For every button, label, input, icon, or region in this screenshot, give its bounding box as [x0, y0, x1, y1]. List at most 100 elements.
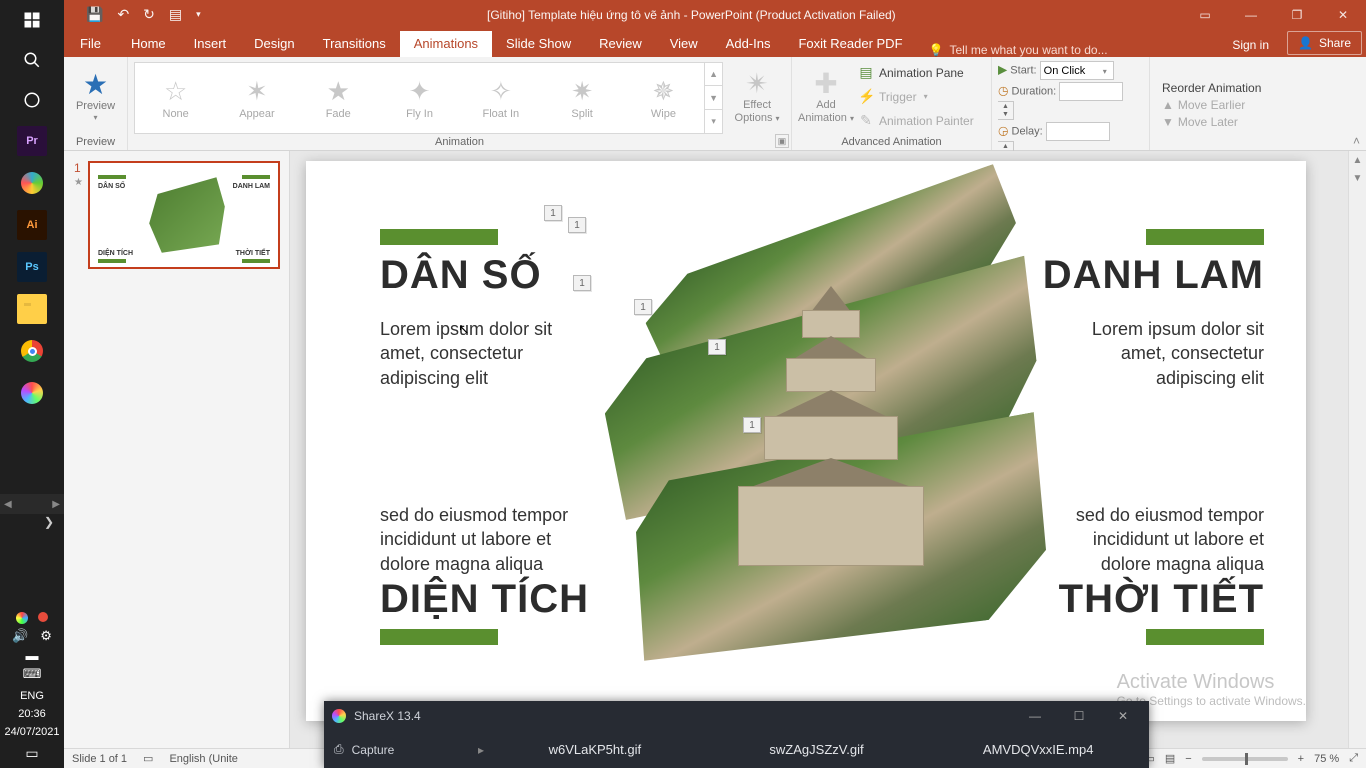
animation-tag[interactable]: 1: [743, 417, 761, 433]
spellcheck-icon[interactable]: ▭: [143, 752, 153, 765]
clock-time[interactable]: 20:36: [18, 708, 46, 720]
animation-gallery[interactable]: ☆None ✶Appear ★Fade ✦Fly In ✧Float In ✷S…: [134, 62, 723, 134]
slide-canvas-area[interactable]: DÂN SỐ Lorem ipsum dolor sit amet, conse…: [290, 151, 1348, 748]
tab-slideshow[interactable]: Slide Show: [492, 31, 585, 57]
effect-flyin[interactable]: ✦Fly In: [379, 76, 460, 120]
zoom-slider[interactable]: [1202, 757, 1288, 761]
zoom-out-button[interactable]: −: [1185, 753, 1191, 765]
taskbar-app-explorer[interactable]: [17, 294, 47, 324]
animation-tag[interactable]: 1: [544, 205, 562, 221]
zoom-in-button[interactable]: +: [1298, 753, 1304, 765]
effect-options-button[interactable]: ✴ Effect Options ▾: [729, 60, 785, 134]
taskbar-app-edge[interactable]: [17, 168, 47, 198]
sharex-file[interactable]: AMVDQVxxIE.mp4: [927, 742, 1149, 757]
tab-transitions[interactable]: Transitions: [309, 31, 400, 57]
effect-wipe[interactable]: ✵Wipe: [623, 76, 704, 120]
effect-floatin[interactable]: ✧Float In: [460, 76, 541, 120]
tab-home[interactable]: Home: [117, 31, 180, 57]
redo-icon[interactable]: ↻: [143, 6, 155, 23]
effect-appear[interactable]: ✶Appear: [216, 76, 297, 120]
delay-input[interactable]: [1046, 122, 1110, 141]
view-slideshow-icon[interactable]: ▤: [1165, 752, 1175, 765]
tab-animations[interactable]: Animations: [400, 31, 492, 57]
taskbar-scroll[interactable]: ◀▶: [0, 494, 64, 514]
body-top-right[interactable]: Lorem ipsum dolor sit amet, consectetur …: [1064, 317, 1264, 390]
effect-fade[interactable]: ★Fade: [298, 76, 379, 120]
start-button[interactable]: [0, 0, 64, 40]
sign-in-link[interactable]: Sign in: [1218, 33, 1283, 57]
language-indicator[interactable]: English (Unite: [169, 753, 237, 765]
animation-tag[interactable]: 1: [568, 217, 586, 233]
tab-design[interactable]: Design: [240, 31, 308, 57]
wifi-icon[interactable]: ⚙: [40, 628, 52, 644]
tab-foxit[interactable]: Foxit Reader PDF: [784, 31, 916, 57]
slide-indicator[interactable]: Slide 1 of 1: [72, 753, 127, 765]
tab-insert[interactable]: Insert: [180, 31, 241, 57]
share-button[interactable]: 👤Share: [1287, 31, 1362, 55]
sharex-file[interactable]: swZAgJSZzV.gif: [706, 742, 928, 757]
sharex-minimize[interactable]: —: [1017, 709, 1053, 723]
tray-icon[interactable]: [38, 612, 48, 622]
animation-tag[interactable]: 1: [573, 275, 591, 291]
scroll-down[interactable]: ▼: [1349, 169, 1366, 187]
taskbar-app-sharex[interactable]: [17, 378, 47, 408]
minimize-button[interactable]: —: [1228, 0, 1274, 29]
keyboard-icon[interactable]: ⌨: [23, 666, 42, 682]
body-bottom-right[interactable]: sed do eiusmod tempor incididunt ut labo…: [1064, 503, 1264, 576]
restore-button[interactable]: ❐: [1274, 0, 1320, 29]
slide-thumbnails-panel[interactable]: 1 ★ DÂN SỐ DANH LAM DIỆN TÍCH THỜI TIẾT: [64, 151, 290, 748]
animation-painter-button[interactable]: ✎Animation Painter: [858, 110, 974, 132]
zoom-level[interactable]: 75 %: [1314, 753, 1339, 765]
taskbar-app-premiere[interactable]: Pr: [17, 126, 47, 156]
add-animation-button[interactable]: ✚ Add Animation ▾: [798, 60, 854, 134]
tab-file[interactable]: File: [64, 31, 117, 57]
battery-icon[interactable]: ▬: [26, 648, 39, 663]
dialog-launcher-icon[interactable]: ▣: [775, 134, 789, 148]
gallery-more[interactable]: ▾: [705, 110, 722, 133]
tray-icon[interactable]: [16, 612, 28, 624]
clock-date[interactable]: 24/07/2021: [4, 726, 59, 738]
effect-none[interactable]: ☆None: [135, 76, 216, 120]
action-center-icon[interactable]: ▭: [25, 745, 38, 762]
fit-to-window-icon[interactable]: ⤢: [1349, 752, 1358, 765]
duration-spinner[interactable]: ▲▼: [998, 101, 1014, 120]
slide[interactable]: DÂN SỐ Lorem ipsum dolor sit amet, conse…: [306, 161, 1306, 721]
collapse-ribbon-icon[interactable]: ˄: [1353, 134, 1360, 148]
body-bottom-left[interactable]: sed do eiusmod tempor incididunt ut labo…: [380, 503, 580, 576]
taskbar-app-illustrator[interactable]: Ai: [17, 210, 47, 240]
undo-icon[interactable]: ↶: [117, 6, 129, 23]
animation-tag[interactable]: 1: [634, 299, 652, 315]
heading-top-right[interactable]: DANH LAM: [1043, 253, 1264, 298]
save-icon[interactable]: 💾: [86, 6, 103, 23]
close-button[interactable]: ✕: [1320, 0, 1366, 29]
move-earlier-button[interactable]: ▲Move Earlier: [1162, 98, 1261, 112]
volume-icon[interactable]: 🔊: [12, 628, 28, 644]
task-view-icon[interactable]: [0, 80, 64, 120]
sharex-maximize[interactable]: ☐: [1061, 709, 1097, 723]
sharex-close[interactable]: ✕: [1105, 709, 1141, 723]
heading-top-left[interactable]: DÂN SỐ: [380, 253, 542, 298]
body-top-left[interactable]: Lorem ipsum dolor sit amet, consectetur …: [380, 317, 580, 390]
animation-tag[interactable]: 1: [708, 339, 726, 355]
start-from-beginning-icon[interactable]: ▤: [169, 6, 182, 23]
chevron-down-icon[interactable]: ▾: [1103, 67, 1107, 76]
center-image[interactable]: [586, 176, 1046, 676]
heading-bottom-right[interactable]: THỜI TIẾT: [1059, 577, 1264, 622]
search-icon[interactable]: [0, 40, 64, 80]
tell-me-search[interactable]: 💡Tell me what you want to do...: [917, 43, 1219, 57]
animation-pane-button[interactable]: ▤Animation Pane: [858, 62, 974, 84]
tab-addins[interactable]: Add-Ins: [712, 31, 785, 57]
heading-bottom-left[interactable]: DIỆN TÍCH: [380, 577, 589, 622]
gallery-down[interactable]: ▼: [705, 86, 722, 110]
taskbar-app-chrome[interactable]: [17, 336, 47, 366]
preview-button[interactable]: ★ Preview ▾: [70, 60, 121, 134]
sharex-window[interactable]: ShareX 13.4 — ☐ ✕ ⎙ Capture ▸ w6VLaKP5ht…: [324, 701, 1149, 768]
move-later-button[interactable]: ▼Move Later: [1162, 115, 1261, 129]
trigger-button[interactable]: ⚡Trigger▾: [858, 86, 974, 108]
tab-view[interactable]: View: [656, 31, 712, 57]
ribbon-display-options-icon[interactable]: ▭: [1182, 0, 1228, 29]
language-indicator[interactable]: ENG: [20, 690, 44, 702]
sharex-capture-menu[interactable]: ⎙ Capture ▸: [324, 742, 484, 757]
scroll-up[interactable]: ▲: [1349, 151, 1366, 169]
gallery-up[interactable]: ▲: [705, 63, 722, 87]
